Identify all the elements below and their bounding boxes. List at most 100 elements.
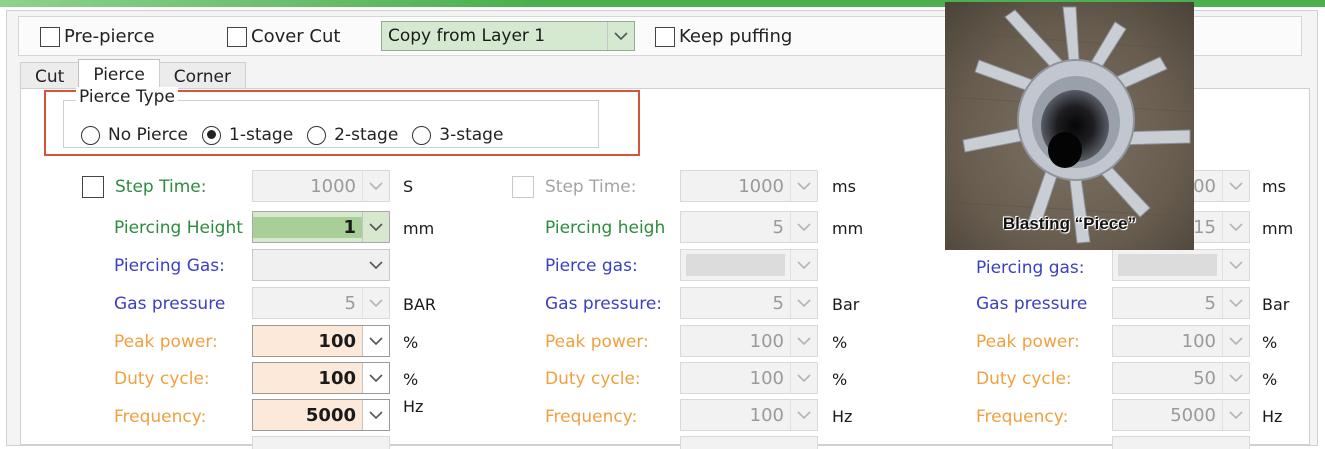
keep-puffing-checkbox[interactable]: Keep puffing [655, 26, 792, 47]
blasting-pierce-photo: Blasting “Piece” [945, 2, 1194, 250]
stage1-step-time-label: Step Time: [115, 177, 207, 197]
chevron-down-icon[interactable] [362, 326, 389, 356]
pierce-type-radios: No Pierce 1-stage 2-stage 3-stage [81, 125, 517, 145]
radio-2-stage-dot[interactable] [307, 125, 327, 145]
chevron-down-icon[interactable] [790, 250, 817, 280]
stage2-duty-cycle-unit: % [832, 370, 848, 389]
stage2-gas-pressure-label: Gas pressure: [545, 294, 663, 314]
pierce-settings-window: Pre-pierce Cover Cut Copy from Layer 1 K… [0, 0, 1325, 449]
chevron-down-icon[interactable] [1222, 288, 1249, 318]
stage3-frequency-field[interactable]: 5000 [1112, 399, 1250, 431]
pierce-type-group: Pierce Type No Pierce 1-stage 2-stage 3-… [44, 87, 640, 156]
stage2-piercing-gas-dropdown[interactable] [680, 249, 818, 281]
stage3-peak-power-value: 100 [1181, 330, 1216, 352]
stage2-frequency-value: 100 [749, 404, 784, 426]
chevron-down-icon[interactable] [790, 212, 817, 242]
stage2-duty-cycle-value: 100 [749, 367, 784, 389]
chevron-down-icon[interactable] [790, 400, 817, 430]
cover-cut-checkbox-box[interactable] [227, 26, 247, 47]
tab-corner[interactable]: Corner [158, 62, 246, 89]
stage3-peak-power-field[interactable]: 100 [1112, 325, 1250, 357]
radio-no-pierce-dot[interactable] [81, 125, 100, 145]
chevron-down-icon[interactable] [790, 363, 817, 393]
cover-cut-checkbox[interactable]: Cover Cut [227, 26, 340, 47]
chevron-down-icon[interactable] [1222, 363, 1249, 393]
stage1-step-time-unit: S [403, 177, 414, 196]
stage2-step-time-value: 1000 [738, 175, 784, 197]
keep-puffing-checkbox-box[interactable] [655, 26, 675, 47]
stage1-piercing-height-value[interactable]: 1 [253, 216, 362, 238]
stage2-step-time-field[interactable]: 1000 [680, 170, 818, 202]
radio-2-stage[interactable]: 2-stage [307, 125, 398, 145]
stage3-step-time-unit: ms [1262, 177, 1286, 196]
stage3-frequency-label: Frequency: [976, 407, 1069, 427]
stage2-duty-cycle-field[interactable]: 100 [680, 362, 818, 394]
stage1-duty-cycle-value[interactable]: 100 [253, 368, 362, 389]
radio-3-stage[interactable]: 3-stage [412, 125, 503, 145]
stage3-partial-field[interactable] [1112, 436, 1250, 449]
stage2-peak-power-field[interactable]: 100 [680, 325, 818, 357]
stage2-frequency-field[interactable]: 100 [680, 399, 818, 431]
stage2-frequency-label: Frequency: [545, 407, 638, 427]
stage1-peak-power-field[interactable]: 100 [252, 325, 390, 357]
chevron-down-icon[interactable] [362, 363, 389, 393]
radio-3-stage-dot[interactable] [412, 125, 432, 145]
tab-cut[interactable]: Cut [20, 62, 80, 89]
stage1-step-time-field[interactable]: 1000 [252, 170, 390, 202]
chevron-down-icon[interactable] [362, 171, 389, 201]
chevron-down-icon[interactable] [362, 212, 389, 242]
chevron-down-icon[interactable] [1222, 171, 1249, 201]
stage1-frequency-label: Frequency: [114, 407, 207, 427]
chevron-down-icon[interactable] [362, 400, 389, 430]
chevron-down-icon[interactable] [790, 288, 817, 318]
radio-1-stage-dot[interactable] [202, 125, 222, 145]
stage1-piercing-height-field[interactable]: 1 [252, 211, 390, 243]
stage3-duty-cycle-field[interactable]: 50 [1112, 362, 1250, 394]
stage1-piercing-gas-dropdown[interactable] [252, 249, 390, 281]
stage1-partial-field[interactable] [252, 436, 390, 449]
stage2-piercing-height-field[interactable]: 5 [680, 211, 818, 243]
copy-layer-value: Copy from Layer 1 [388, 26, 546, 46]
stage1-frequency-value[interactable]: 5000 [253, 405, 362, 426]
stage3-duty-cycle-value: 50 [1193, 367, 1216, 389]
stage2-piercing-height-label: Piercing heigh [545, 218, 666, 238]
stage2-gas-pressure-field[interactable]: 5 [680, 287, 818, 319]
stage2-partial-field[interactable] [680, 436, 818, 449]
settings-tabs: Cut Pierce Corner [20, 59, 246, 90]
tab-pierce[interactable]: Pierce [78, 59, 160, 88]
pierce-hole-illustration [945, 2, 1194, 250]
stage3-frequency-value: 5000 [1170, 404, 1216, 426]
radio-no-pierce-label: No Pierce [108, 125, 189, 145]
radio-no-pierce[interactable]: No Pierce [81, 125, 188, 145]
radio-1-stage[interactable]: 1-stage [202, 125, 293, 145]
stage1-gas-pressure-field[interactable]: 5 [252, 287, 390, 319]
stage1-duty-cycle-field[interactable]: 100 [252, 362, 390, 394]
stage3-gas-pressure-field[interactable]: 5 [1112, 287, 1250, 319]
chevron-down-icon[interactable] [1222, 326, 1249, 356]
stage2-piercing-gas-value [686, 254, 785, 276]
chevron-down-icon[interactable] [362, 250, 389, 280]
blasting-caption: Blasting “Piece” [1002, 214, 1137, 233]
pierce-type-title: Pierce Type [76, 87, 178, 107]
stage1-frequency-field[interactable]: 5000 [252, 399, 390, 431]
stage3-piercing-gas-value [1118, 254, 1217, 276]
chevron-down-icon[interactable] [790, 326, 817, 356]
stage3-duty-cycle-label: Duty cycle: [976, 369, 1072, 389]
stage2-frequency-unit: Hz [832, 407, 853, 426]
pre-pierce-checkbox[interactable]: Pre-pierce [40, 26, 155, 47]
stage1-peak-power-value[interactable]: 100 [253, 331, 362, 352]
chevron-down-icon[interactable] [362, 288, 389, 318]
stage2-step-time-checkbox[interactable] [512, 176, 534, 198]
stage3-gas-pressure-value: 5 [1204, 292, 1216, 314]
chevron-down-icon[interactable] [1222, 212, 1249, 242]
chevron-down-icon[interactable] [1222, 250, 1249, 280]
chevron-down-icon[interactable] [790, 171, 817, 201]
stage2-duty-cycle-label: Duty cycle: [545, 369, 641, 389]
chevron-down-icon[interactable] [1222, 400, 1249, 430]
stage2-gas-pressure-unit: Bar [832, 295, 860, 314]
stage1-step-time-checkbox[interactable] [82, 176, 104, 198]
chevron-down-icon[interactable] [607, 22, 634, 50]
stage3-piercing-gas-dropdown[interactable] [1112, 249, 1250, 281]
copy-layer-dropdown[interactable]: Copy from Layer 1 [381, 21, 635, 51]
pre-pierce-checkbox-box[interactable] [40, 26, 60, 47]
